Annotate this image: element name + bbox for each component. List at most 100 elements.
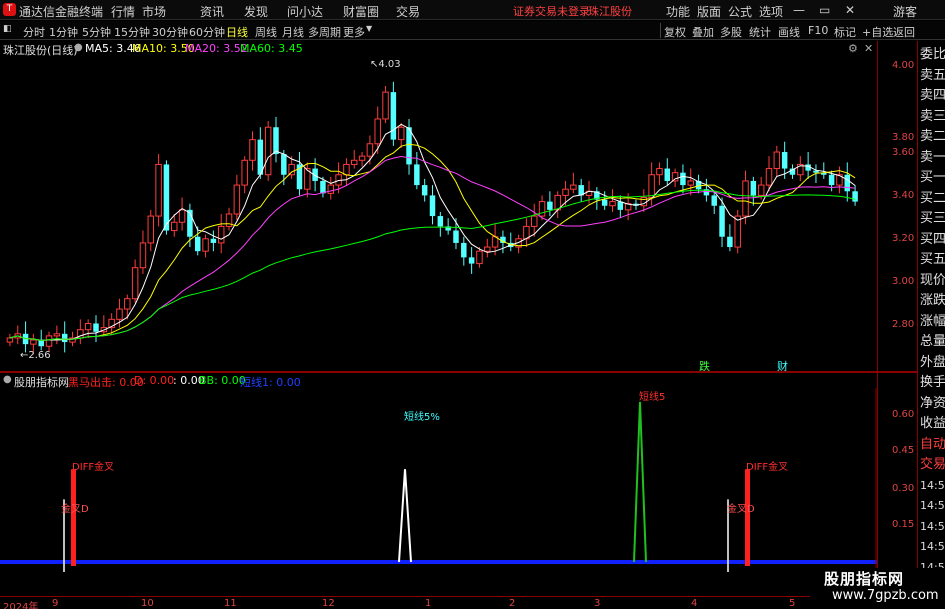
menu-functions[interactable]: 功能 [666, 3, 690, 20]
settings-circle-icon[interactable]: ● [74, 42, 83, 53]
menu-formula[interactable]: 公式 [728, 3, 752, 20]
indicator-tick: 0.45 [892, 445, 915, 456]
draw-line-button[interactable]: 画线 [778, 24, 800, 40]
side-panel-item[interactable]: 14:56 [920, 516, 945, 537]
panel-divider[interactable] [0, 371, 917, 373]
statistics-button[interactable]: 统计 [749, 24, 771, 40]
menu-discover[interactable]: 发现 [244, 3, 268, 20]
side-panel-item[interactable]: 换手 [920, 372, 945, 393]
spike-bar [745, 469, 750, 566]
ma-line-ma5 [9, 123, 856, 341]
period-tab-5min[interactable]: 5分钟 [82, 24, 111, 40]
period-tab-tick[interactable]: 分时 [23, 24, 45, 40]
period-tab-more[interactable]: 更多 [343, 24, 365, 40]
side-panel-item[interactable]: 买一 [920, 167, 945, 188]
period-tab-weekly[interactable]: 周线 [255, 24, 277, 40]
indicator-tick: 0.15 [892, 519, 915, 530]
candle-body [390, 92, 397, 140]
period-tab-1min[interactable]: 1分钟 [49, 24, 78, 40]
add-watchlist-button[interactable]: +自选 [862, 24, 893, 40]
menu-trade[interactable]: 交易 [396, 3, 420, 20]
side-panel-item[interactable]: 买二 [920, 188, 945, 209]
candle-body [562, 188, 569, 196]
side-panel-item[interactable]: 卖五 [920, 65, 945, 86]
user-label[interactable]: 游客 [893, 3, 917, 20]
candle-body [84, 322, 92, 331]
candle-body [429, 195, 436, 217]
period-tab-multi[interactable]: 多周期 [308, 24, 341, 40]
side-panel-item[interactable]: 卖一 [920, 147, 945, 168]
side-panel-item[interactable]: 卖二 [920, 126, 945, 147]
restore-icon[interactable]: ▭ [819, 3, 830, 17]
side-panel-item[interactable]: 外盘 [920, 352, 945, 373]
side-panel-item[interactable]: 买三 [920, 208, 945, 229]
login-notice[interactable]: 证券交易未登录 [513, 3, 590, 19]
period-tab-monthly[interactable]: 月线 [282, 24, 304, 40]
price-chart[interactable] [0, 57, 877, 371]
sidebar-toggle-icon[interactable]: ◧ [3, 24, 12, 34]
side-panel-item[interactable]: 自动 [920, 434, 945, 455]
current-stock: 珠江股份 [588, 5, 632, 18]
menu-options[interactable]: 选项 [759, 3, 783, 20]
side-panel-item[interactable]: 净资 [920, 393, 945, 414]
side-panel-item[interactable]: 涨幅 [920, 311, 945, 332]
period-tab-15min[interactable]: 15分钟 [114, 24, 150, 40]
close-panel-icon[interactable]: ✕ [864, 42, 873, 55]
candle-body [671, 172, 679, 182]
side-panel-item[interactable]: 14:56 [920, 536, 945, 557]
more-chevron-down-icon[interactable]: ▼ [366, 24, 372, 33]
side-panel-item[interactable]: 卖四 [920, 85, 945, 106]
candle-body [468, 257, 475, 264]
candle-body [93, 323, 99, 332]
side-panel-item[interactable]: 现价 [920, 270, 945, 291]
quote-side-panel[interactable]: 委比 卖五 卖四 卖三 卖二 卖一 买一 买二 买三 买四 买五 现价 涨跌 涨幅 总量 外盘 换手 净资 收益 自动… [917, 41, 945, 609]
candle-body [147, 215, 155, 244]
side-panel-item[interactable]: 卖三 [920, 106, 945, 127]
overlay-button[interactable]: 叠加 [692, 24, 714, 40]
side-panel-item[interactable]: 14:55 [920, 495, 945, 516]
side-panel-item[interactable]: 14:55 [920, 475, 945, 496]
app-name: 通达信金融终端 [19, 5, 104, 19]
menu-quotes[interactable]: 行情 [111, 3, 135, 20]
side-panel-item[interactable]: 交易 [920, 454, 945, 475]
menu-ask[interactable]: 问小达 [287, 3, 323, 20]
close-icon[interactable]: ✕ [845, 3, 855, 17]
menu-layout[interactable]: 版面 [697, 3, 721, 20]
candle-body [719, 205, 725, 237]
rights-adjust-button[interactable]: 复权 [664, 24, 686, 40]
candle-body [750, 180, 757, 196]
price-tick: 2.80 [892, 319, 915, 330]
menu-market[interactable]: 市场 [142, 3, 166, 20]
candle-body [273, 127, 279, 155]
candle-body [601, 199, 608, 206]
menu-wealth[interactable]: 财富圈 [343, 3, 379, 20]
side-panel-item[interactable]: 买四 [920, 229, 945, 250]
back-button[interactable]: 返回 [893, 24, 915, 40]
multi-stock-button[interactable]: 多股 [720, 24, 742, 40]
f10-button[interactable]: F10 [808, 24, 828, 37]
candle-body [327, 184, 335, 194]
price-tick: 3.60 [892, 147, 915, 158]
candle-body [781, 152, 788, 169]
period-tab-daily[interactable]: 日线 [226, 24, 248, 40]
candle-body [484, 246, 491, 252]
side-panel-item[interactable]: 委比 [920, 44, 945, 65]
period-tab-60min[interactable]: 60分钟 [189, 24, 225, 40]
candle-body [530, 215, 538, 227]
candle-body [453, 230, 459, 243]
side-panel-item[interactable]: 收益 [920, 413, 945, 434]
settings-gear-icon[interactable]: ⚙ [848, 42, 858, 55]
candle-body [61, 333, 68, 343]
price-tick: 3.80 [892, 132, 915, 143]
side-panel-item[interactable]: 涨跌 [920, 290, 945, 311]
side-panel-item[interactable]: 买五 [920, 249, 945, 270]
candle-body [617, 201, 624, 210]
time-label: 11 [224, 598, 237, 609]
menu-news[interactable]: 资讯 [200, 3, 224, 20]
indicator-settings-icon[interactable]: ● [3, 374, 12, 385]
period-tab-30min[interactable]: 30分钟 [152, 24, 188, 40]
minimize-icon[interactable]: — [793, 3, 805, 17]
mark-button[interactable]: 标记 [834, 24, 856, 40]
side-panel-item[interactable]: 总量 [920, 331, 945, 352]
candle-body [609, 201, 616, 207]
